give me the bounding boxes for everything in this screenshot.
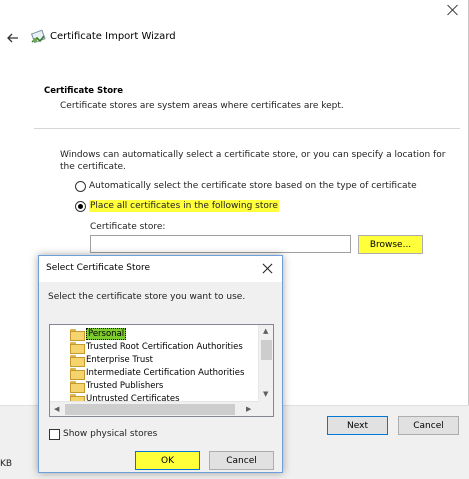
tree-item-personal[interactable]: Personal — [70, 327, 127, 341]
dialog-close-icon[interactable] — [262, 263, 273, 274]
dialog-prompt: Select the certificate store you want to… — [48, 292, 246, 302]
tree-item-label: Personal — [86, 327, 127, 340]
show-physical-stores-label[interactable]: Show physical stores — [63, 429, 157, 439]
folder-icon — [70, 367, 85, 380]
tree-item-label: Trusted Publishers — [86, 380, 164, 391]
tree-item-trusted-publishers[interactable]: Trusted Publishers — [70, 379, 164, 393]
vertical-scrollbar[interactable]: ▲ ▼ — [258, 325, 273, 402]
folder-icon — [70, 341, 85, 354]
folder-icon — [70, 380, 85, 393]
certificate-icon — [30, 29, 46, 45]
section-title: Certificate Store — [44, 86, 124, 96]
left-text-fragment: KB — [0, 459, 13, 469]
dialog-cancel-button[interactable]: Cancel — [209, 451, 274, 470]
show-physical-stores-checkbox[interactable] — [49, 429, 60, 440]
scroll-down-icon[interactable]: ▼ — [263, 391, 268, 398]
tree-item-trusted-root[interactable]: Trusted Root Certification Authorities — [70, 340, 243, 354]
next-button[interactable]: Next — [327, 416, 388, 435]
select-certificate-store-dialog: Select Certificate Store Select the cert… — [38, 255, 283, 473]
radio-auto-select-label[interactable]: Automatically select the certificate sto… — [89, 181, 417, 191]
horizontal-scrollbar[interactable]: ◀ ▶ — [50, 401, 258, 416]
divider — [34, 128, 460, 129]
certificate-store-label: Certificate store: — [90, 222, 166, 232]
tree-item-label: Trusted Root Certification Authorities — [86, 341, 243, 352]
scroll-left-icon[interactable]: ◀ — [54, 406, 59, 413]
folder-icon — [70, 328, 85, 341]
dialog-title-bar: Select Certificate Store — [39, 256, 282, 282]
dialog-title: Select Certificate Store — [46, 263, 151, 273]
ok-button[interactable]: OK — [135, 451, 200, 470]
section-description: Certificate stores are system areas wher… — [60, 101, 344, 111]
horizontal-scroll-thumb[interactable] — [65, 404, 235, 415]
intro-text: Windows can automatically select a certi… — [60, 150, 446, 172]
wizard-cancel-button[interactable]: Cancel — [398, 416, 459, 435]
tree-item-label: Intermediate Certification Authorities — [86, 367, 245, 378]
wizard-title-bar — [0, 0, 469, 20]
close-icon[interactable] — [447, 4, 459, 16]
browse-button[interactable]: Browse... — [358, 235, 423, 254]
radio-place-in-store[interactable] — [75, 201, 86, 212]
tree-item-label: Enterprise Trust — [86, 354, 154, 365]
vertical-scroll-thumb[interactable] — [261, 340, 272, 360]
scrollbar-corner — [258, 401, 273, 416]
back-arrow-icon[interactable] — [6, 31, 20, 45]
certificate-store-input[interactable] — [90, 235, 351, 253]
store-tree[interactable]: Personal Trusted Root Certification Auth… — [49, 324, 274, 417]
scroll-up-icon[interactable]: ▲ — [263, 328, 268, 335]
wizard-title: Certificate Import Wizard — [50, 31, 176, 42]
scroll-right-icon[interactable]: ▶ — [246, 406, 251, 413]
radio-place-in-store-label[interactable]: Place all certificates in the following … — [89, 200, 279, 212]
tree-item-enterprise-trust[interactable]: Enterprise Trust — [70, 353, 154, 367]
tree-item-intermediate[interactable]: Intermediate Certification Authorities — [70, 366, 245, 380]
radio-auto-select[interactable] — [75, 181, 86, 192]
folder-icon — [70, 354, 85, 367]
